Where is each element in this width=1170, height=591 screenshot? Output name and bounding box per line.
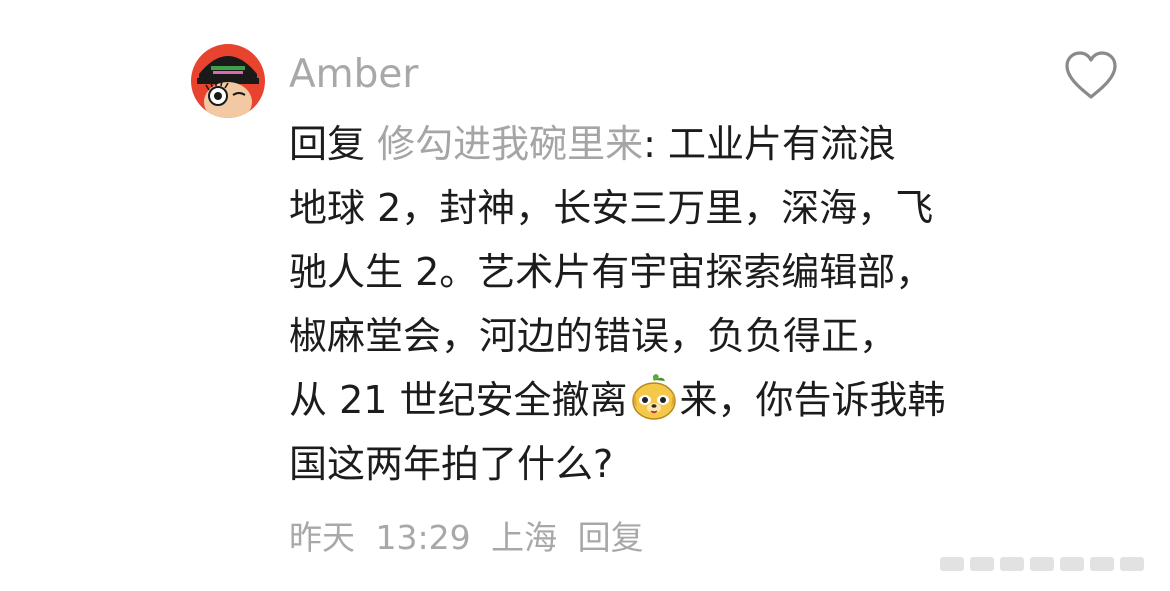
comment-line-3: 驰人生 2。艺术片有宇宙探索编辑部， [289,250,934,294]
comment-username[interactable]: Amber [289,50,418,100]
comment-body: 回复 修勾进我碗里来: 工业片有流浪 地球 2，封神，长安三万里，深海，飞 驰人… [289,112,1029,496]
comment-text: 来，你告诉我韩 [679,378,946,422]
comment-time: 13:29 [375,518,471,557]
comment-location: 上海 [491,518,558,557]
comment-line-2: 地球 2，封神，长安三万里，深海，飞 [289,186,934,230]
comment-avatar[interactable] [191,44,265,118]
dog-emoji-icon [631,374,676,420]
watermark-logo [940,557,1144,571]
comment-date: 昨天 [289,518,355,557]
comment-text: 从 21 世纪安全撤离 [289,378,628,422]
comment-meta: 昨天 13:29 上海 回复 [289,515,654,561]
avatar-image [191,44,265,118]
comment-line-5: 从 21 世纪安全撤离 来，你告诉我韩 [289,368,1029,432]
comment-line-4: 椒麻堂会，河边的错误，负负得正， [289,314,898,358]
reply-button[interactable]: 回复 [578,518,644,557]
comment-line-1: 回复 修勾进我碗里来: 工业片有流浪 [289,112,1029,176]
reply-target-username[interactable]: 修勾进我碗里来 [377,122,643,166]
heart-outline-icon [1065,51,1117,99]
like-button[interactable] [1063,50,1119,102]
reply-prefix: 回复 [289,122,366,166]
comment-line-6: 国这两年拍了什么? [289,442,614,486]
comment-text: : 工业片有流浪 [643,122,897,166]
